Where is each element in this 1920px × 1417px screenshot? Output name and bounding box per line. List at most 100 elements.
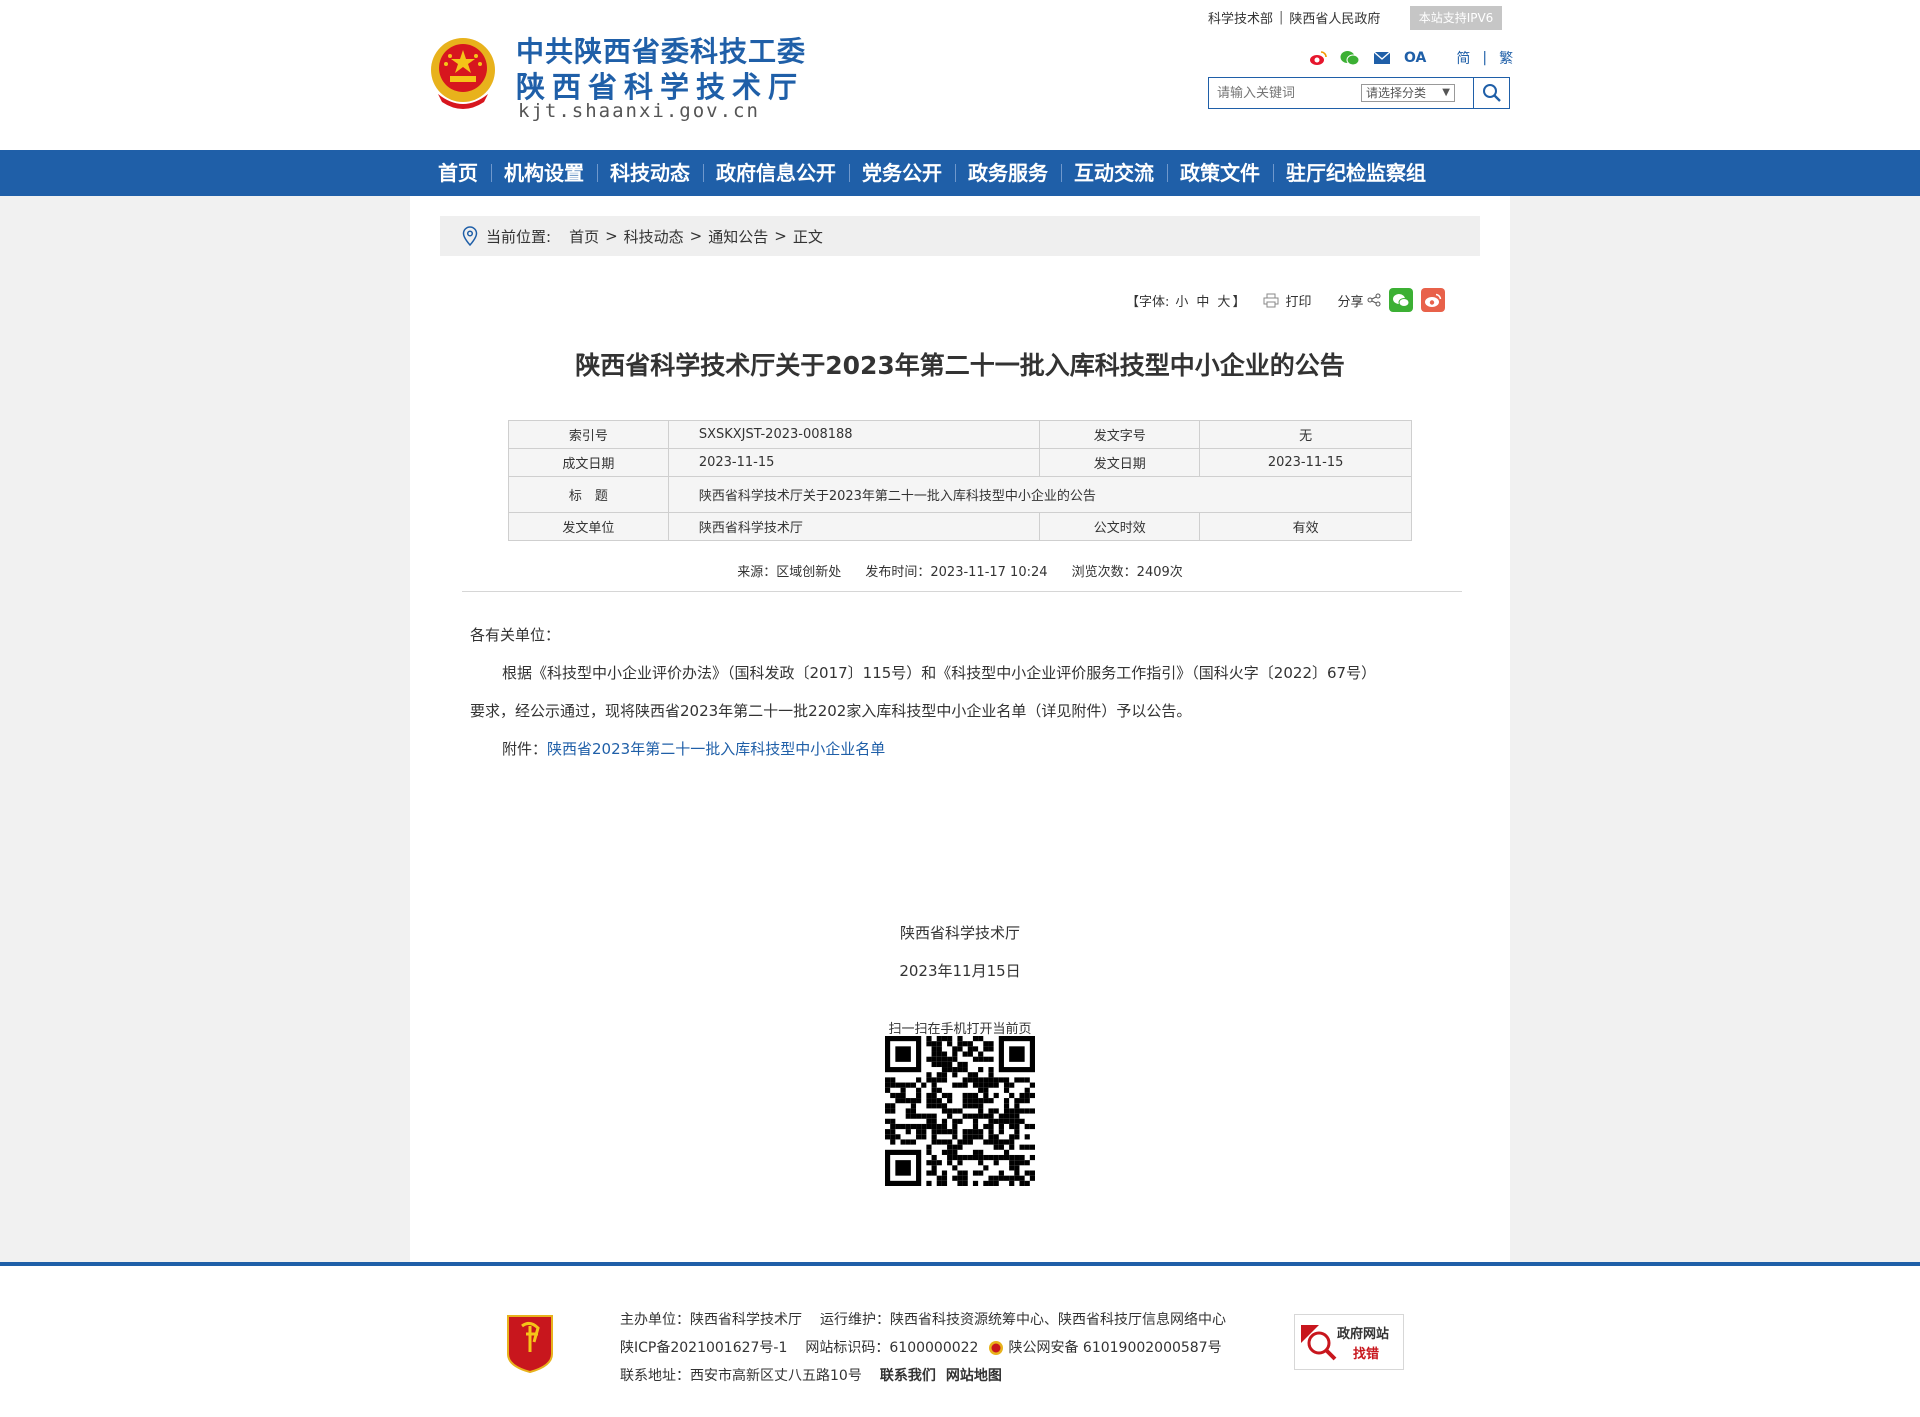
font-size-small[interactable]: 小 bbox=[1175, 291, 1188, 310]
search-box: 请选择分类 ▼ bbox=[1208, 77, 1510, 109]
nav-item-news[interactable]: 科技动态 bbox=[597, 150, 703, 196]
nav-item-home[interactable]: 首页 bbox=[428, 150, 491, 196]
table-row: 标 题 陕西省科学技术厅关于2023年第二十一批入库科技型中小企业的公告 bbox=[508, 476, 1413, 513]
footer-row: 陕ICP备2021001627号-1 网站标识码：6100000022 陕公网安… bbox=[620, 1334, 1226, 1362]
article-source-line: 来源：区域创新处 发布时间：2023-11-17 10:24 浏览次数：2409… bbox=[410, 561, 1510, 580]
main-nav: 首页 机构设置 科技动态 政府信息公开 党务公开 政务服务 互动交流 政策文件 … bbox=[0, 150, 1920, 196]
meta-unit-label: 发文单位 bbox=[508, 512, 669, 541]
breadcrumb-current: 正文 bbox=[792, 227, 823, 246]
meta-issued-value: 2023-11-15 bbox=[1199, 448, 1412, 477]
breadcrumb-home[interactable]: 首页 bbox=[569, 226, 599, 247]
magnifier-icon bbox=[1301, 1325, 1337, 1361]
content-panel: 当前位置: 首页 > 科技动态 > 通知公告 > 正文 【字体: 小 中 大 】… bbox=[410, 196, 1510, 1266]
font-size-large[interactable]: 大 bbox=[1217, 291, 1230, 310]
article-source: 来源：区域创新处 bbox=[737, 565, 842, 580]
divider bbox=[462, 591, 1462, 592]
mail-icon[interactable] bbox=[1372, 49, 1392, 67]
nav-item-discipline[interactable]: 驻厅纪检监察组 bbox=[1273, 150, 1439, 196]
breadcrumb-separator: > bbox=[774, 227, 787, 245]
party-gov-badge-icon bbox=[507, 1315, 553, 1374]
oa-link[interactable]: OA bbox=[1404, 50, 1426, 66]
attachment-link[interactable]: 陕西省2023年第二十一批入库科技型中小企业名单 bbox=[547, 740, 885, 758]
location-pin-icon bbox=[462, 226, 478, 246]
article-paragraph-continued: 要求，经公示通过，现将陕西省2023年第二十一批2202家入库科技型中小企业名单… bbox=[470, 702, 1192, 720]
share-weibo-button[interactable] bbox=[1421, 288, 1446, 312]
search-button[interactable] bbox=[1473, 78, 1509, 108]
lang-traditional[interactable]: 繁 bbox=[1499, 48, 1513, 68]
meta-title-label: 标 题 bbox=[508, 476, 669, 513]
weibo-icon[interactable] bbox=[1308, 49, 1328, 67]
gov-err-line1: 政府网站 bbox=[1337, 1327, 1390, 1342]
table-row: 成文日期 2023-11-15 发文日期 2023-11-15 bbox=[508, 448, 1412, 477]
footer-police[interactable]: 陕公网安备 61019002000587号 bbox=[1008, 1334, 1221, 1362]
qr-caption: 扫一扫在手机打开当前页 bbox=[888, 1022, 1032, 1037]
table-row: 发文单位 陕西省科学技术厅 公文时效 有效 bbox=[508, 512, 1412, 541]
nav-item-organization[interactable]: 机构设置 bbox=[491, 150, 597, 196]
breadcrumb-notices[interactable]: 通知公告 bbox=[708, 226, 768, 247]
meta-index-label: 索引号 bbox=[508, 420, 669, 449]
article-publish-time: 发布时间：2023-11-17 10:24 bbox=[865, 565, 1048, 580]
footer-contact-link[interactable]: 联系我们 bbox=[880, 1362, 936, 1390]
social-links: OA 简 | 繁 bbox=[1308, 48, 1513, 68]
meta-index-value: SXSKXJST-2023-008188 bbox=[667, 420, 1041, 449]
article-title: 陕西省科学技术厅关于2023年第二十一批入库科技型中小企业的公告 bbox=[575, 351, 1345, 380]
police-badge-icon bbox=[989, 1341, 1004, 1355]
category-select[interactable]: 请选择分类 ▼ bbox=[1361, 84, 1455, 102]
link-most[interactable]: 科学技术部 bbox=[1208, 8, 1273, 27]
ipv6-badge: 本站支持IPV6 bbox=[1410, 6, 1502, 30]
search-icon bbox=[1482, 84, 1501, 102]
meta-doc-no-value: 无 bbox=[1199, 420, 1412, 449]
article-tools: 【字体: 小 中 大 】 打印 分享 bbox=[1126, 288, 1446, 312]
lang-separator: | bbox=[1482, 50, 1488, 66]
meta-created-value: 2023-11-15 bbox=[667, 448, 1041, 477]
print-label: 打印 bbox=[1285, 294, 1312, 310]
footer-sponsor: 主办单位：陕西省科学技术厅 bbox=[620, 1312, 802, 1328]
nav-item-party-affairs[interactable]: 党务公开 bbox=[849, 150, 955, 196]
wechat-icon[interactable] bbox=[1340, 49, 1360, 67]
share-wechat-button[interactable] bbox=[1389, 288, 1414, 312]
footer-site-id: 网站标识码：6100000022 bbox=[805, 1340, 979, 1356]
table-row: 索引号 SXSKXJST-2023-008188 发文字号 无 bbox=[508, 420, 1412, 449]
qr-code-icon bbox=[885, 1036, 1035, 1186]
footer-police-group: 陕公网安备 61019002000587号 bbox=[988, 1334, 1222, 1362]
nav-item-gov-info[interactable]: 政府信息公开 bbox=[703, 150, 849, 196]
lang-simplified[interactable]: 简 bbox=[1456, 48, 1470, 68]
font-size-medium[interactable]: 中 bbox=[1196, 291, 1209, 310]
sign-date: 2023年11月15日 bbox=[899, 962, 1021, 980]
site-header: 中共陕西省委科技工委 陕西省科学技术厅 kjt.shaanxi.gov.cn 科… bbox=[0, 0, 1920, 150]
sign-org: 陕西省科学技术厅 bbox=[899, 924, 1020, 942]
font-size-close: 】 bbox=[1232, 294, 1246, 310]
breadcrumb-label: 当前位置: bbox=[486, 227, 552, 246]
article-views: 浏览次数：2409次 bbox=[1071, 565, 1183, 580]
print-button[interactable]: 打印 bbox=[1263, 291, 1311, 310]
breadcrumb-news[interactable]: 科技动态 bbox=[624, 226, 684, 247]
meta-validity-value: 有效 bbox=[1199, 512, 1412, 541]
category-select-value: 请选择分类 bbox=[1366, 86, 1427, 100]
link-provincial-gov[interactable]: 陕西省人民政府 bbox=[1289, 8, 1380, 27]
footer-sitemap-link[interactable]: 网站地图 bbox=[946, 1362, 1002, 1390]
nav-item-interaction[interactable]: 互动交流 bbox=[1061, 150, 1167, 196]
breadcrumb-separator: > bbox=[689, 227, 703, 245]
document-meta-table: 索引号 SXSKXJST-2023-008188 发文字号 无 成文日期 202… bbox=[508, 420, 1413, 541]
share-label: 分享 bbox=[1337, 294, 1364, 310]
article-attachment: 附件：陕西省2023年第二十一批入库科技型中小企业名单 bbox=[470, 730, 1450, 768]
meta-unit-value: 陕西省科学技术厅 bbox=[667, 512, 1041, 541]
gov-website-error-report[interactable]: 政府网站 找错 bbox=[1294, 1314, 1404, 1370]
gov-err-line2: 找错 bbox=[1353, 1347, 1380, 1362]
share-label-group: 分享 bbox=[1337, 291, 1381, 310]
weibo-icon bbox=[1425, 293, 1442, 307]
nav-item-policies[interactable]: 政策文件 bbox=[1167, 150, 1273, 196]
search-input[interactable] bbox=[1217, 82, 1357, 104]
breadcrumb: 当前位置: 首页 > 科技动态 > 通知公告 > 正文 bbox=[440, 216, 1480, 256]
article-paragraph: 根据《科技型中小企业评价办法》（国科发政〔2017〕115号）和《科技型中小企业… bbox=[502, 664, 1377, 682]
nav-item-services[interactable]: 政务服务 bbox=[955, 150, 1061, 196]
article-body: 各有关单位： 根据《科技型中小企业评价办法》（国科发政〔2017〕115号）和《… bbox=[470, 616, 1450, 768]
font-size-label: 【字体: bbox=[1126, 294, 1170, 310]
footer-icp[interactable]: 陕ICP备2021001627号-1 bbox=[620, 1334, 787, 1362]
national-emblem-icon bbox=[431, 38, 495, 109]
meta-validity-label: 公文时效 bbox=[1039, 512, 1201, 541]
meta-created-label: 成文日期 bbox=[508, 448, 669, 477]
footer-address: 联系地址：西安市高新区丈八五路10号 bbox=[620, 1368, 862, 1384]
meta-issued-label: 发文日期 bbox=[1039, 448, 1201, 477]
meta-title-value: 陕西省科学技术厅关于2023年第二十一批入库科技型中小企业的公告 bbox=[667, 476, 1413, 513]
